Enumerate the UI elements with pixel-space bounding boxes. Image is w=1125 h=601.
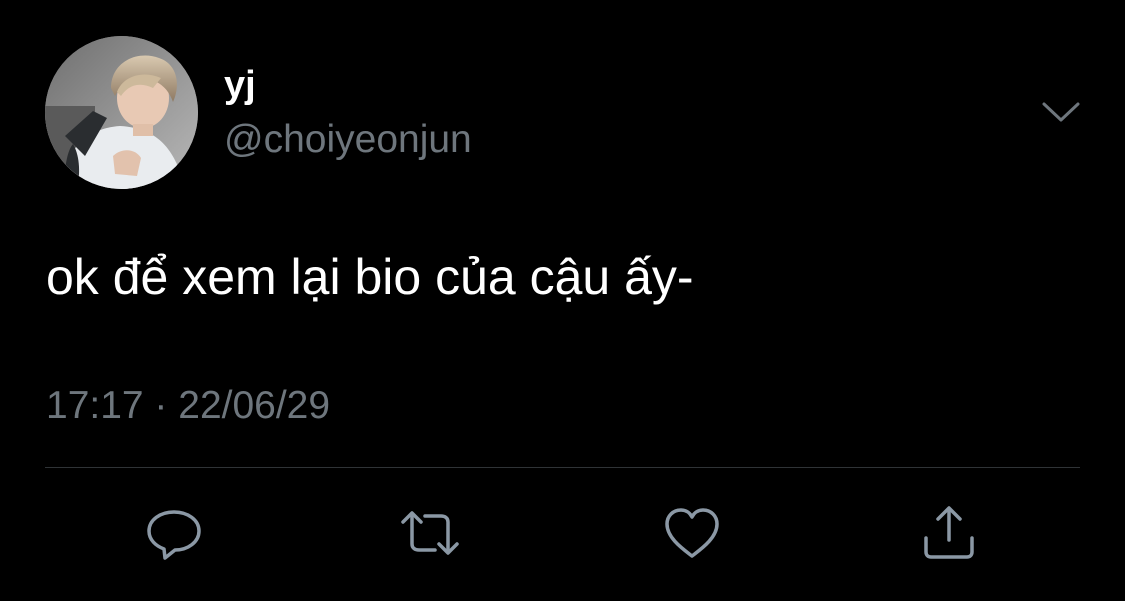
- tweet: yj @choiyeonjun ok để xem lại bio của cậ…: [0, 0, 1125, 601]
- avatar-image: [45, 36, 198, 189]
- tweet-text: ok để xem lại bio của cậu ấy-: [46, 249, 694, 305]
- reply-icon: [147, 510, 201, 560]
- retweet-button[interactable]: [399, 504, 461, 562]
- avatar[interactable]: [45, 36, 198, 189]
- like-button[interactable]: [661, 504, 723, 562]
- reply-button[interactable]: [143, 504, 205, 562]
- divider: [45, 467, 1080, 468]
- display-name[interactable]: yj: [224, 66, 256, 104]
- chevron-down-icon: [1042, 102, 1080, 122]
- more-options-button[interactable]: [1038, 94, 1084, 130]
- tweet-timestamp[interactable]: 17:17 · 22/06/29: [46, 386, 330, 425]
- heart-icon: [665, 508, 719, 558]
- share-icon: [924, 506, 974, 559]
- share-button[interactable]: [918, 504, 980, 562]
- user-handle[interactable]: @choiyeonjun: [224, 120, 472, 159]
- retweet-icon: [401, 511, 459, 555]
